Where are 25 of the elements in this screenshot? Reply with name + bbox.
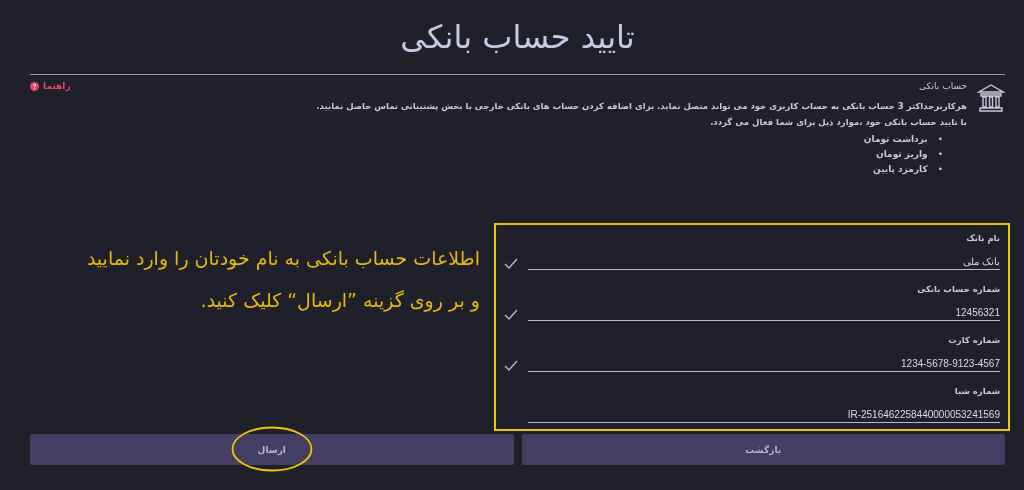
instruction-text: اطلاعات حساب بانکی به نام خودتان را وارد نمایید [85, 247, 480, 269]
info-text: با تایید حساب بانکی خود ،موارد ذیل برای شما فعال می گردد. [709, 117, 967, 127]
field-label: نام بانک [966, 232, 1000, 243]
section-heading: حساب بانکی [919, 81, 967, 91]
field-label: شماره شبا [954, 384, 1000, 396]
help-icon [30, 81, 39, 91]
input-field[interactable]: IR-2516462258440000053241569 [528, 404, 1000, 423]
benefit-item: برداشت تومان [863, 133, 928, 145]
field-label: شماره حساب بانکی [917, 282, 1000, 294]
page-title: تایید حساب بانکی [30, 0, 1005, 75]
input-field[interactable]: 1234-5678-9123-4567 [528, 354, 1000, 373]
help-link[interactable]: راهنما [30, 81, 71, 91]
benefit-item: واریز تومان [876, 148, 928, 160]
instruction-text: و بر روی گزینه ”ارسال“ کلیک کنید. [199, 289, 480, 311]
bank-icon [977, 83, 1005, 113]
input-field[interactable]: 12456321 [528, 303, 1000, 322]
action-button[interactable]: ارسال [30, 434, 514, 465]
bullet-marker: • [937, 133, 943, 145]
info-text: هرکاربرحداکثر 3 حساب بانکی به حساب کاربری خود می تواند متصل نماید. برای اضافه کردن حساب های بانکی خارجی با بخش پشتیبانی تماس حاصل نمایید. [315, 101, 967, 111]
action-button[interactable]: بازگشت [521, 434, 1005, 465]
bullet-marker: • [937, 148, 943, 160]
field-label: شماره کارت [948, 333, 1000, 345]
bullet-marker: • [937, 163, 943, 175]
benefit-item: کارمزد پایین [873, 163, 928, 175]
input-field[interactable]: بانک ملی [528, 252, 1000, 271]
